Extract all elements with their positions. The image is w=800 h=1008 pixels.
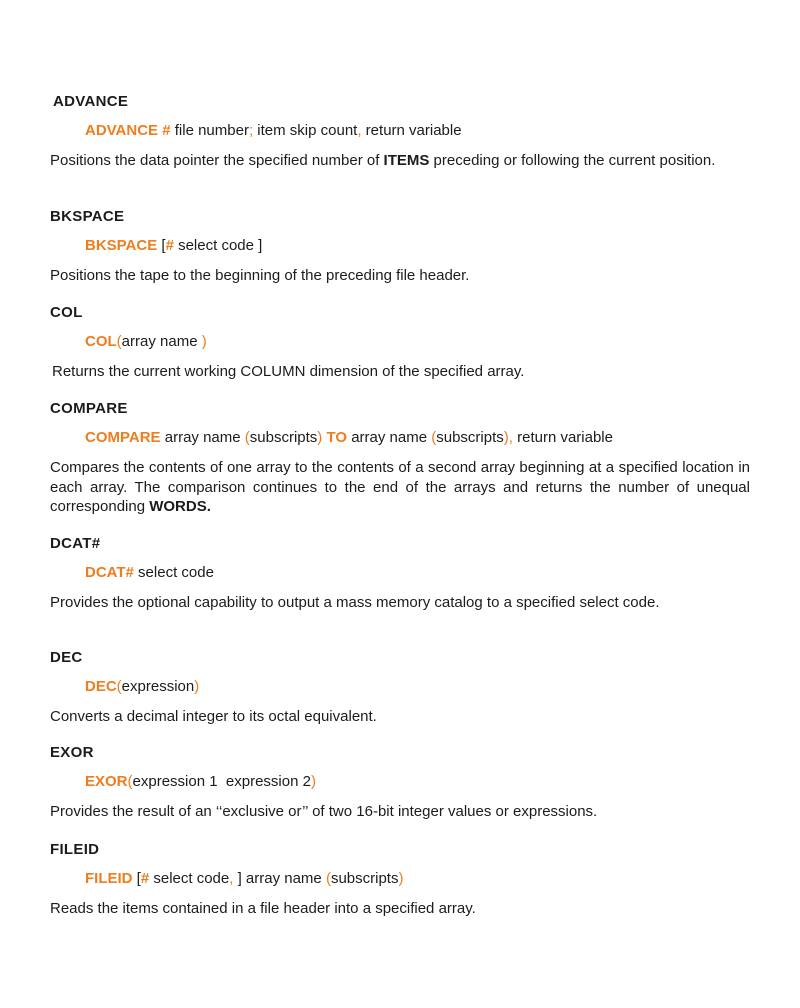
entry-heading: COL: [50, 304, 83, 321]
syntax-line: ADVANCE # file number; item skip count, …: [85, 122, 750, 140]
syntax-keyword: COL: [85, 333, 117, 350]
syntax-param: ] array name: [233, 870, 326, 887]
desc-emphasis: ITEMS: [383, 152, 430, 169]
syntax-line: BKSPACE [# select code ]: [85, 237, 750, 255]
entry-heading: COMPARE: [50, 400, 128, 417]
desc-text: Positions the data pointer the specified…: [50, 152, 384, 169]
entry-heading: BKSPACE: [50, 208, 125, 225]
syntax-param: array name: [347, 429, 432, 446]
syntax-keyword: #: [140, 870, 150, 887]
entry-description: Positions the tape to the beginning of t…: [50, 267, 470, 284]
entry-heading: FILEID: [50, 841, 100, 858]
syntax-line: DEC(expression): [85, 678, 750, 696]
syntax-param: array name: [121, 333, 202, 350]
syntax-param: array name: [160, 429, 245, 446]
syntax-keyword: BKSPACE: [85, 237, 158, 254]
syntax-keyword: EXOR: [85, 773, 128, 790]
syntax-param: subscripts: [249, 429, 318, 446]
syntax-keyword: TO: [322, 429, 348, 446]
syntax-line: COMPARE array name (subscripts) TO array…: [85, 429, 750, 447]
entry-bkspace: BKSPACE BKSPACE [# select code ] Positio…: [50, 208, 750, 286]
entry-dcat: DCAT# DCAT# select code Provides the opt…: [50, 535, 750, 613]
syntax-param: subscripts: [330, 870, 399, 887]
entry-exor: EXOR EXOR(expression 1 expression 2) Pro…: [50, 744, 750, 822]
syntax-line: COL(array name ): [85, 333, 750, 351]
syntax-param: select code ]: [173, 237, 263, 254]
entry-col: COL COL(array name ) Returns the current…: [50, 304, 750, 382]
entry-compare: COMPARE COMPARE array name (subscripts) …: [50, 400, 750, 517]
syntax-param: select code: [133, 564, 214, 581]
syntax-punct: ): [310, 773, 316, 790]
syntax-keyword: DCAT#: [85, 564, 134, 581]
entry-description: Provides the optional capability to outp…: [50, 594, 660, 611]
entry-advance: ADVANCE ADVANCE # file number; item skip…: [50, 93, 750, 171]
entry-description: Reads the items contained in a file head…: [50, 900, 476, 917]
syntax-param: item skip count: [253, 122, 358, 139]
entry-description: Converts a decimal integer to its octal …: [50, 708, 377, 725]
syntax-param: file number: [170, 122, 249, 139]
entry-fileid: FILEID FILEID [# select code, ] array na…: [50, 841, 750, 919]
syntax-keyword: COMPARE: [85, 429, 161, 446]
syntax-keyword: DEC: [85, 678, 117, 695]
entry-description: Positions the data pointer the specified…: [50, 151, 750, 171]
entry-heading: ADVANCE: [53, 93, 129, 110]
entry-heading: DCAT#: [50, 535, 101, 552]
entry-description: Compares the contents of one array to th…: [50, 458, 750, 517]
syntax-param: select code: [149, 870, 230, 887]
desc-text: preceding or following the current posit…: [429, 152, 716, 169]
syntax-keyword: ADVANCE #: [85, 122, 171, 139]
desc-emphasis: WORDS.: [149, 498, 211, 515]
syntax-keyword: #: [165, 237, 174, 254]
syntax-param: return variable: [512, 429, 613, 446]
syntax-keyword: FILEID: [85, 870, 133, 887]
syntax-param: [: [157, 237, 166, 254]
syntax-line: EXOR(expression 1 expression 2): [85, 773, 750, 791]
syntax-punct: ): [201, 333, 207, 350]
manual-page: ADVANCE ADVANCE # file number; item skip…: [0, 0, 800, 1008]
syntax-punct: ),: [503, 429, 513, 446]
syntax-punct: ): [398, 870, 404, 887]
syntax-line: FILEID [# select code, ] array name (sub…: [85, 870, 750, 888]
syntax-param: expression: [121, 678, 195, 695]
entry-description: Provides the result of an ‘‘exclusive or…: [50, 803, 598, 820]
syntax-punct: ): [194, 678, 200, 695]
entry-dec: DEC DEC(expression) Converts a decimal i…: [50, 649, 750, 727]
syntax-param: subscripts: [436, 429, 504, 446]
syntax-param: expression 1 expression 2: [132, 773, 311, 790]
entry-heading: DEC: [50, 649, 83, 666]
entry-description: Returns the current working COLUMN dimen…: [52, 363, 525, 380]
syntax-line: DCAT# select code: [85, 564, 750, 582]
entry-heading: EXOR: [50, 744, 94, 761]
syntax-param: [: [132, 870, 141, 887]
syntax-param: return variable: [361, 122, 462, 139]
